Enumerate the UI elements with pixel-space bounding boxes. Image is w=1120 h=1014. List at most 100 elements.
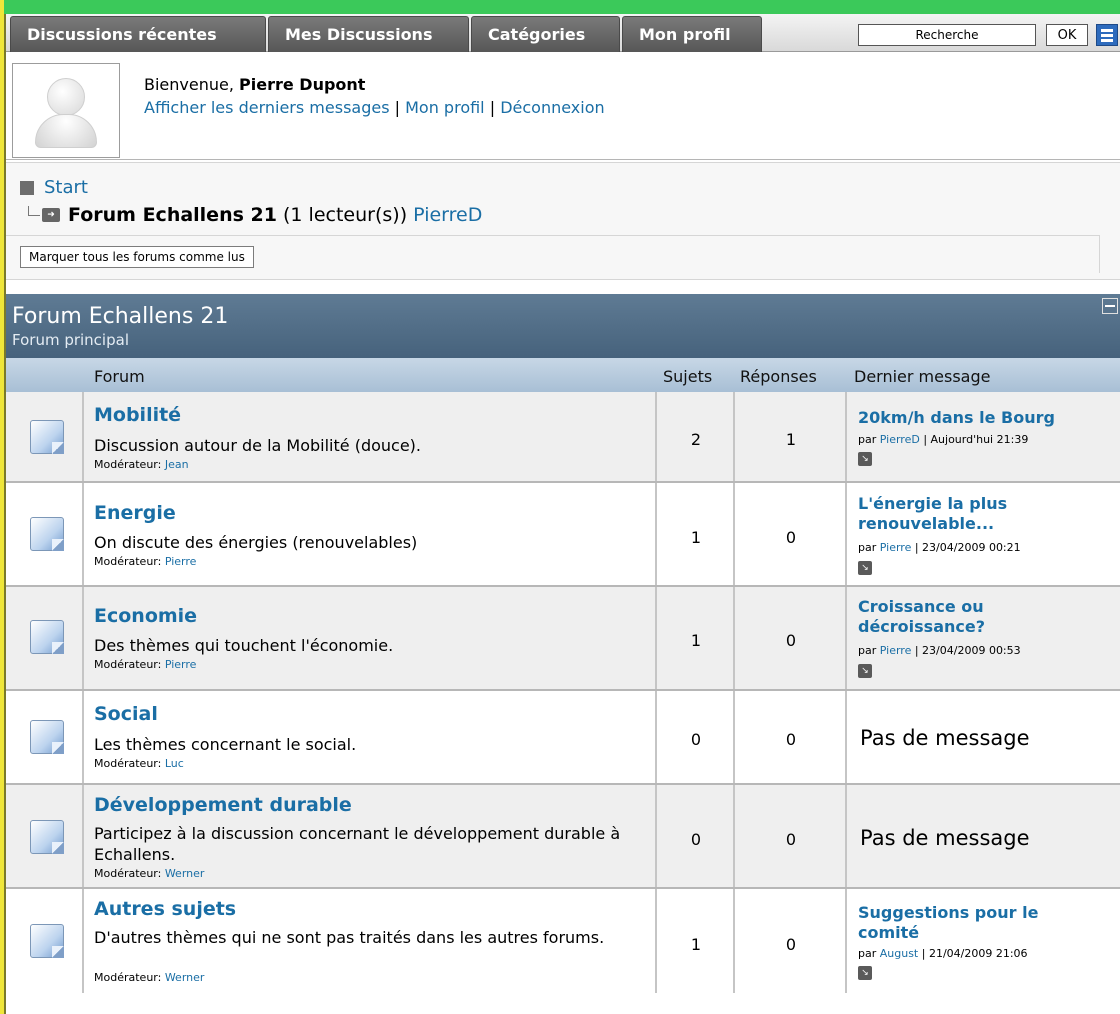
topic-count: 1 <box>690 935 702 954</box>
last-message-title-link[interactable]: L'énergie la plus renouvelable... <box>858 494 1058 534</box>
breadcrumb-forum-name: Forum Echallens 21 <box>68 204 277 226</box>
forum-moderator: Modérateur: Pierre <box>94 658 196 671</box>
breadcrumb: Start ➜ Forum Echallens 21 (1 lecteur(s)… <box>6 162 1120 280</box>
moderator-label: Modérateur: <box>94 458 162 471</box>
reader-user-link[interactable]: PierreD <box>413 204 482 226</box>
goto-last-post-icon[interactable]: ↘ <box>858 561 872 575</box>
forum-actions-row: Marquer tous les forums comme lus <box>6 235 1100 273</box>
latest-messages-link[interactable]: Afficher les derniers messages <box>144 98 390 117</box>
link-separator: | <box>389 98 406 117</box>
breadcrumb-start: Start <box>20 177 88 198</box>
forum-moderator: Modérateur: Pierre <box>94 555 196 568</box>
breadcrumb-readers: (1 lecteur(s)) <box>283 204 408 226</box>
forum-description: Des thèmes qui touchent l'économie. <box>94 636 394 655</box>
goto-last-post-icon[interactable]: ↘ <box>858 966 872 980</box>
forum-description: D'autres thèmes qui ne sont pas traités … <box>94 928 605 947</box>
last-message-meta: par Pierre | 23/04/2009 00:53 <box>858 644 1021 657</box>
topic-count: 1 <box>690 528 702 547</box>
category-title: Forum Echallens 21 <box>12 304 229 329</box>
forum-name-link[interactable]: Développement durable <box>94 794 352 816</box>
tab-categories[interactable]: Catégories <box>471 16 620 52</box>
moderator-label: Modérateur: <box>94 971 162 984</box>
moderator-label: Modérateur: <box>94 555 162 568</box>
moderator-link[interactable]: Werner <box>165 971 205 984</box>
last-author-link[interactable]: Pierre <box>880 541 912 554</box>
tab-recent-discussions[interactable]: Discussions récentes <box>10 16 266 52</box>
forum-description: Discussion autour de la Mobilité (douce)… <box>94 436 421 455</box>
last-author-link[interactable]: August <box>880 947 919 960</box>
by-label: par <box>858 541 877 554</box>
moderator-link[interactable]: Pierre <box>165 658 197 671</box>
forum-folder-icon <box>30 620 64 654</box>
by-label: par <box>858 947 877 960</box>
breadcrumb-current-forum: ➜ Forum Echallens 21 (1 lecteur(s)) Pier… <box>28 204 482 226</box>
topic-count: 1 <box>690 631 702 650</box>
table-row: Autres sujets D'autres thèmes qui ne son… <box>6 889 1120 993</box>
search-ok-button[interactable]: OK <box>1046 24 1088 46</box>
arrow-right-icon: ➜ <box>42 208 60 222</box>
last-message-meta: par Pierre | 23/04/2009 00:21 <box>858 541 1021 554</box>
forum-name-link[interactable]: Social <box>94 703 158 725</box>
forum-list: Mobilité Discussion autour de la Mobilit… <box>6 392 1120 993</box>
tab-my-discussions[interactable]: Mes Discussions <box>268 16 469 52</box>
forum-name-link[interactable]: Mobilité <box>94 404 181 426</box>
forum-name-link[interactable]: Autres sujets <box>94 898 236 920</box>
last-message-meta: par August | 21/04/2009 21:06 <box>858 947 1028 960</box>
table-row: Economie Des thèmes qui touchent l'écono… <box>6 587 1120 691</box>
table-row: Développement durable Participez à la di… <box>6 785 1120 889</box>
last-message-title-link[interactable]: Croissance ou décroissance? <box>858 597 1038 637</box>
collapse-menu-icon[interactable] <box>1096 24 1118 46</box>
goto-last-post-icon[interactable]: ↘ <box>858 664 872 678</box>
avatar[interactable] <box>12 63 120 158</box>
moderator-link[interactable]: Werner <box>165 867 205 880</box>
welcome-user-name: Pierre Dupont <box>239 75 366 94</box>
welcome-links: Afficher les derniers messages | Mon pro… <box>144 98 605 117</box>
moderator-label: Modérateur: <box>94 757 162 770</box>
tree-connector-icon <box>28 206 40 216</box>
moderator-link[interactable]: Luc <box>165 757 184 770</box>
moderator-label: Modérateur: <box>94 658 162 671</box>
mark-all-read-button[interactable]: Marquer tous les forums comme lus <box>20 246 254 268</box>
topic-count: 0 <box>690 830 702 849</box>
logout-link[interactable]: Déconnexion <box>500 98 604 117</box>
forum-name-link[interactable]: Energie <box>94 502 176 524</box>
collapse-category-icon[interactable] <box>1102 298 1118 314</box>
forum-table-header: Forum Sujets Réponses Dernier message <box>6 358 1120 392</box>
category-subtitle: Forum principal <box>12 331 129 349</box>
by-label: par <box>858 644 877 657</box>
table-row: Energie On discute des énergies (renouve… <box>6 483 1120 587</box>
breadcrumb-start-link[interactable]: Start <box>44 177 88 198</box>
reply-count: 0 <box>785 631 797 650</box>
table-row: Social Les thèmes concernant le social. … <box>6 691 1120 785</box>
reply-count: 0 <box>785 730 797 749</box>
moderator-label: Modérateur: <box>94 867 162 880</box>
reply-count: 0 <box>785 935 797 954</box>
column-header-replies: Réponses <box>740 367 817 386</box>
last-message-date: | 23/04/2009 00:53 <box>911 644 1021 657</box>
last-message-title-link[interactable]: 20km/h dans le Bourg <box>858 408 1120 428</box>
last-author-link[interactable]: Pierre <box>880 644 912 657</box>
last-author-link[interactable]: PierreD <box>880 433 920 446</box>
reply-count: 0 <box>785 830 797 849</box>
column-header-forum: Forum <box>94 367 145 386</box>
forum-moderator: Modérateur: Luc <box>94 757 184 770</box>
forum-name-link[interactable]: Economie <box>94 605 197 627</box>
moderator-link[interactable]: Jean <box>165 458 189 471</box>
column-header-topics: Sujets <box>663 367 713 386</box>
link-separator: | <box>484 98 501 117</box>
goto-last-post-icon[interactable]: ↘ <box>858 452 872 466</box>
no-message-text: Pas de message <box>860 826 1030 850</box>
last-message-date: | 23/04/2009 00:21 <box>911 541 1021 554</box>
column-header-last-message: Dernier message <box>854 367 991 386</box>
last-message-title-link[interactable]: Suggestions pour le comité <box>858 903 1088 943</box>
avatar-body-icon <box>35 114 97 148</box>
my-profile-link[interactable]: Mon profil <box>405 98 485 117</box>
tab-my-profile[interactable]: Mon profil <box>622 16 762 52</box>
last-message-date: | Aujourd'hui 21:39 <box>919 433 1029 446</box>
category-header: Forum Echallens 21 Forum principal <box>6 294 1120 358</box>
reply-count: 0 <box>785 528 797 547</box>
moderator-link[interactable]: Pierre <box>165 555 197 568</box>
last-message-meta: par PierreD | Aujourd'hui 21:39 <box>858 433 1028 446</box>
search-input[interactable] <box>858 24 1036 46</box>
window-top-border <box>0 0 1120 14</box>
